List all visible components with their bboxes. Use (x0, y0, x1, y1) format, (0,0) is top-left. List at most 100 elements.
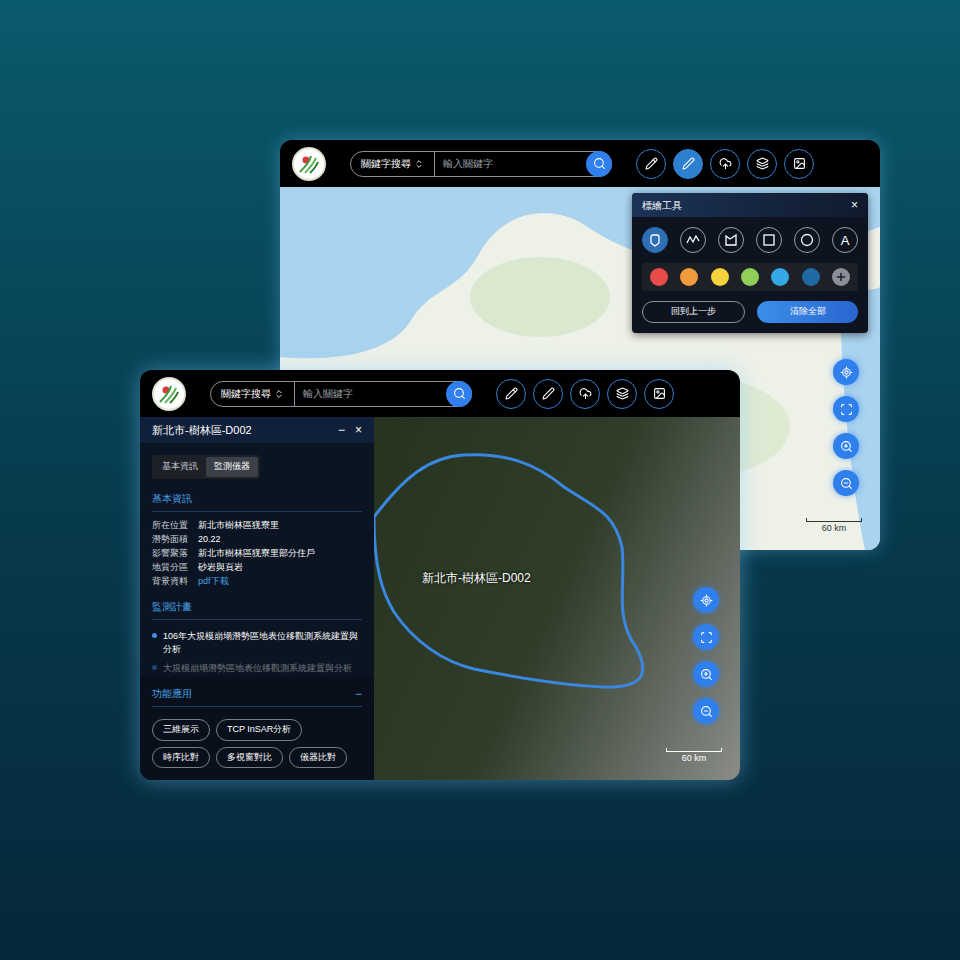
toolbar-button[interactable] (784, 149, 814, 179)
tool-button[interactable] (680, 227, 706, 253)
toolbar-button[interactable] (496, 379, 526, 409)
close-button[interactable]: × (851, 199, 858, 211)
map-controls (833, 359, 859, 496)
polygon-icon (724, 233, 738, 247)
toolbar-button[interactable] (747, 149, 777, 179)
tool-button[interactable] (756, 227, 782, 253)
map-control-button[interactable] (693, 661, 719, 687)
polyline-icon (686, 233, 700, 247)
logo-icon (157, 382, 181, 406)
tool-button[interactable] (794, 227, 820, 253)
toolbar-button[interactable] (533, 379, 563, 409)
search-input[interactable]: 輸入關鍵字 (435, 156, 586, 171)
toolbar-button[interactable] (636, 149, 666, 179)
circle-icon (800, 233, 814, 247)
color-swatch[interactable] (771, 268, 789, 286)
map-scale: 60 km (806, 518, 862, 534)
functions-section: 功能應用 − 三維展示 TCP InSAR分析時序比對多視窗對比儀器比對 (140, 676, 374, 780)
function-button[interactable]: 三維展示 (152, 719, 210, 741)
info-label: 地質分區 (152, 562, 198, 573)
function-button[interactable]: 儀器比對 (289, 747, 347, 769)
close-button[interactable]: × (355, 424, 362, 436)
color-swatch[interactable] (711, 268, 729, 286)
zoom-in-icon (840, 440, 853, 453)
toolbar-button[interactable] (673, 149, 703, 179)
panel-header: 標繪工具× (632, 193, 868, 217)
map-control-button[interactable] (833, 470, 859, 496)
toolbar-button[interactable] (710, 149, 740, 179)
app-header: 關鍵字搜尋輸入關鍵字 (280, 140, 880, 187)
tab[interactable]: 監測儀器 (206, 457, 258, 477)
info-label: 所在位置 (152, 520, 198, 531)
toolbar-button[interactable] (570, 379, 600, 409)
color-swatch[interactable] (802, 268, 820, 286)
search-icon (453, 387, 466, 400)
area-outline-icon (374, 417, 740, 780)
search-mode-select[interactable]: 關鍵字搜尋 (211, 382, 295, 406)
image-icon (793, 157, 806, 170)
search-icon (593, 157, 606, 170)
map-controls (693, 587, 719, 724)
map-control-button[interactable] (693, 698, 719, 724)
function-button[interactable]: TCP InSAR分析 (216, 719, 302, 741)
info-value: 新北市樹林區猐寮里部分住戶 (198, 548, 362, 559)
section-heading: 監測計畫 (152, 599, 362, 620)
search-mode-select[interactable]: 關鍵字搜尋 (351, 152, 435, 176)
fullscreen-icon (700, 631, 713, 644)
tab-group: 基本資訊監測儀器 (152, 455, 260, 479)
map-control-button[interactable] (833, 433, 859, 459)
pencil-icon (505, 387, 518, 400)
toolbar-button[interactable] (644, 379, 674, 409)
button-row: 回到上一步清除全部 (632, 291, 868, 333)
pdf-link[interactable]: pdf下載 (198, 576, 362, 587)
function-button[interactable]: 多視窗對比 (216, 747, 283, 769)
tool-button[interactable] (642, 227, 668, 253)
plan-item[interactable]: 106年大規模崩塌潛勢區地表位移觀測系統建置與分析 (152, 630, 362, 656)
satellite-map[interactable]: 新北市-樹林區-D002 60 km (374, 417, 740, 780)
color-swatch[interactable] (741, 268, 759, 286)
locate-icon (700, 594, 713, 607)
tool-button[interactable] (718, 227, 744, 253)
info-value: 砂岩與頁岩 (198, 562, 362, 573)
tab[interactable]: 基本資訊 (154, 457, 206, 477)
zoom-in-icon (700, 668, 713, 681)
layers-icon (756, 157, 769, 170)
pencil-icon (645, 157, 658, 170)
pin-icon (648, 233, 662, 247)
logo[interactable] (152, 377, 186, 411)
collapse-button[interactable]: − (355, 688, 362, 700)
page: 關鍵字搜尋輸入關鍵字標繪工具×A回到上一步清除全部60 km關鍵字搜尋輸入關鍵字… (0, 0, 960, 960)
search-input[interactable]: 輸入關鍵字 (295, 386, 446, 401)
undo-button[interactable]: 回到上一步 (642, 301, 745, 323)
minimize-button[interactable]: − (338, 424, 345, 436)
square-icon (762, 233, 776, 247)
plan-item[interactable]: 大規模崩塌潛勢區地表位移觀測系統建置與分析 (152, 662, 362, 675)
search-button[interactable] (446, 381, 472, 407)
layers-icon (616, 387, 629, 400)
updown-icon (414, 159, 424, 169)
add-color-button[interactable] (832, 268, 850, 286)
area-label: 新北市-樹林區-D002 (422, 569, 531, 587)
map-control-button[interactable] (833, 359, 859, 385)
clear-all-button[interactable]: 清除全部 (757, 301, 858, 323)
pen-icon (542, 387, 555, 400)
section-heading: 功能應用 (152, 686, 192, 701)
map-control-button[interactable] (693, 587, 719, 613)
info-label: 背景資料 (152, 576, 198, 587)
info-value: 20.22 (198, 534, 362, 545)
upload-icon (579, 387, 592, 400)
color-swatch[interactable] (680, 268, 698, 286)
search-bar: 關鍵字搜尋輸入關鍵字 (210, 381, 472, 407)
search-button[interactable] (586, 151, 612, 177)
map-scale: 60 km (666, 748, 722, 764)
function-button[interactable]: 時序比對 (152, 747, 210, 769)
info-label: 影響聚落 (152, 548, 198, 559)
map-control-button[interactable] (693, 624, 719, 650)
color-swatch[interactable] (650, 268, 668, 286)
map-control-button[interactable] (833, 396, 859, 422)
toolbar-button[interactable] (607, 379, 637, 409)
tool-button[interactable]: A (832, 227, 858, 253)
fullscreen-icon (840, 403, 853, 416)
logo[interactable] (292, 147, 326, 181)
locate-icon (840, 366, 853, 379)
